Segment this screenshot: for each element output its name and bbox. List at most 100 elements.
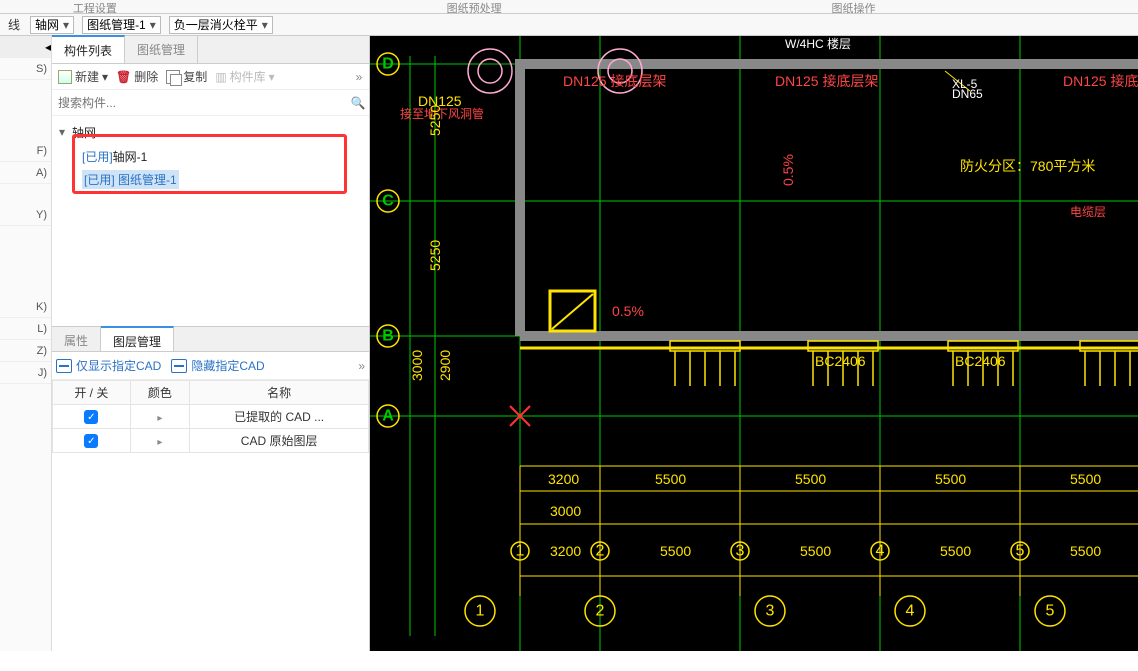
left-shortcut-strip: ◂ S) F) A) Y) K) L) Z) J) xyxy=(0,36,52,651)
tab-properties[interactable]: 属性 xyxy=(52,327,101,351)
slope-label: 0.5% xyxy=(612,303,644,319)
tab-drawing-mgmt[interactable]: 图纸管理 xyxy=(125,36,198,63)
category-dropdown[interactable]: 轴网 ▾ xyxy=(30,16,74,34)
table-row[interactable]: ✓ ▸ CAD 原始图层 xyxy=(53,429,369,453)
grid-bubble: 4 xyxy=(876,543,885,560)
component-action-bar: 新建 ▾ 🗑 删除 复制 ▥ 构件库 ▾ » xyxy=(52,64,369,90)
grid-bubble: 2 xyxy=(596,543,605,560)
shortcut[interactable]: Y) xyxy=(0,204,51,226)
copy-icon xyxy=(166,70,180,84)
cad-text: DN65 xyxy=(952,87,983,101)
drawing-dropdown[interactable]: 图纸管理-1 ▾ xyxy=(82,16,161,34)
axis-label: B xyxy=(382,328,394,345)
cad-text: W/4HC 楼层 xyxy=(785,36,851,51)
grid-bubble: 5 xyxy=(1046,603,1055,620)
delete-label: 删除 xyxy=(134,68,158,85)
shortcut[interactable]: F) xyxy=(0,140,51,162)
shortcut[interactable]: L) xyxy=(0,318,51,340)
shortcut[interactable]: J) xyxy=(0,362,51,384)
show-cad-button[interactable]: 仅显示指定CAD xyxy=(56,357,161,374)
cad-canvas[interactable]: W/4HC 楼层 DN125 接至地下风洞管 DN125 接底层架 DN125 … xyxy=(370,36,1138,651)
search-input[interactable] xyxy=(52,92,347,114)
layer-toolbar: 仅显示指定CAD 隐藏指定CAD » xyxy=(52,352,369,380)
layer-name: 已提取的 CAD ... xyxy=(190,405,369,429)
shortcut[interactable]: A) xyxy=(0,162,51,184)
selector-toolbar: 线 轴网 ▾ 图纸管理-1 ▾ 负一层消火栓平 ▾ xyxy=(0,14,1138,36)
grid-bubble: 1 xyxy=(476,603,485,620)
ribbon-group: 图纸预处理 xyxy=(379,0,569,13)
axis-label: A xyxy=(382,408,394,425)
dropdown-value: 负一层消火栓平 xyxy=(174,16,258,33)
hide-cad-label: 隐藏指定CAD xyxy=(191,357,264,374)
cad-text: DN125 接底层架 xyxy=(775,73,878,89)
component-tree[interactable]: ▾ 轴网 [已用] 轴网-1 [已用] 图纸管理-1 xyxy=(52,116,369,326)
search-row: 🔍 xyxy=(52,90,369,116)
dim-v: 3000 xyxy=(409,350,425,381)
cad-text: 电缆层 xyxy=(1070,205,1106,219)
layer-name: CAD 原始图层 xyxy=(190,429,369,453)
tab-component-list[interactable]: 构件列表 xyxy=(52,35,125,63)
used-tag: [已用] xyxy=(84,173,118,187)
new-label: 新建 xyxy=(75,68,99,85)
grid-bubble: 2 xyxy=(596,603,605,620)
layer-show-icon xyxy=(56,359,72,373)
col-color[interactable]: 颜色 xyxy=(130,381,190,405)
chevron-down-icon: ▾ xyxy=(262,18,268,32)
ribbon-group xyxy=(948,0,1138,13)
chevron-down-icon: ▾ xyxy=(102,70,108,84)
chevron-down-icon: ▾ xyxy=(150,18,156,32)
slope-label: 0.5% xyxy=(780,154,796,186)
tree-node-drawing[interactable]: [已用] 图纸管理-1 xyxy=(52,169,369,189)
component-panel: 构件列表 图纸管理 新建 ▾ 🗑 删除 复制 ▥ 构件库 ▾ » xyxy=(52,36,370,651)
shortcut[interactable]: Z) xyxy=(0,340,51,362)
copy-button[interactable]: 复制 xyxy=(166,68,207,85)
search-icon[interactable]: 🔍 xyxy=(347,96,369,110)
col-toggle[interactable]: 开 / 关 xyxy=(53,381,131,405)
ribbon-group xyxy=(569,0,759,13)
checkbox-on[interactable]: ✓ xyxy=(84,434,98,448)
dim-h: 3000 xyxy=(550,503,581,519)
grid-bubble: 1 xyxy=(516,543,525,560)
copy-label: 复制 xyxy=(183,68,207,85)
delete-button[interactable]: 🗑 删除 xyxy=(116,68,158,85)
dim-h: 5500 xyxy=(935,471,966,487)
shortcut[interactable]: S) xyxy=(0,58,51,80)
dropdown-value: 图纸管理-1 xyxy=(87,16,146,33)
top-ribbon-groups: 工程设置 图纸预处理 图纸操作 xyxy=(0,0,1138,14)
panel-tabs: 构件列表 图纸管理 xyxy=(52,36,369,64)
shortcut[interactable]: K) xyxy=(0,296,51,318)
library-button[interactable]: ▥ 构件库 ▾ xyxy=(215,68,274,85)
dim-v: 5250 xyxy=(427,240,443,271)
fire-zone-label: 防火分区：780平方米 xyxy=(960,158,1095,174)
tree-label: 轴网-1 xyxy=(113,148,148,165)
dim-v: 5250 xyxy=(427,105,443,136)
tab-layer-mgmt[interactable]: 图层管理 xyxy=(101,326,174,351)
col-name[interactable]: 名称 xyxy=(190,381,369,405)
layer-dropdown[interactable]: 负一层消火栓平 ▾ xyxy=(169,16,273,34)
dim-h: 3200 xyxy=(548,471,579,487)
layer-table: 开 / 关 颜色 名称 ✓ ▸ 已提取的 CAD ... ✓ ▸ CAD 原始图… xyxy=(52,380,369,453)
new-button[interactable]: 新建 ▾ xyxy=(58,68,108,85)
tree-node-axis[interactable]: [已用] 轴网-1 xyxy=(52,146,369,166)
axis-label: C xyxy=(382,193,394,210)
line-label: 线 xyxy=(2,16,26,33)
expand-icon[interactable]: » xyxy=(355,70,363,84)
expand-arrow-icon[interactable]: ▸ xyxy=(157,437,162,448)
checkbox-on[interactable]: ✓ xyxy=(84,410,98,424)
cad-text: DN125 接底层架 xyxy=(563,73,666,89)
expand-icon[interactable]: » xyxy=(358,359,365,373)
hide-cad-button[interactable]: 隐藏指定CAD xyxy=(171,357,264,374)
expand-arrow-icon[interactable]: ▸ xyxy=(157,413,162,424)
table-row[interactable]: ✓ ▸ 已提取的 CAD ... xyxy=(53,405,369,429)
grid-bubble: 4 xyxy=(906,603,915,620)
lower-tabs: 属性 图层管理 xyxy=(52,326,369,352)
collapse-icon[interactable]: ▾ xyxy=(56,125,68,139)
dim-h: 5500 xyxy=(1070,543,1101,559)
cad-text: DN125 接底层架 xyxy=(1063,73,1138,89)
layer-hide-icon xyxy=(171,359,187,373)
dim-h: 5500 xyxy=(940,543,971,559)
dim-h: 5500 xyxy=(655,471,686,487)
dim-h: 5500 xyxy=(800,543,831,559)
collapse-icon[interactable]: ◂ xyxy=(0,36,51,58)
tree-root[interactable]: 轴网 xyxy=(72,124,96,141)
